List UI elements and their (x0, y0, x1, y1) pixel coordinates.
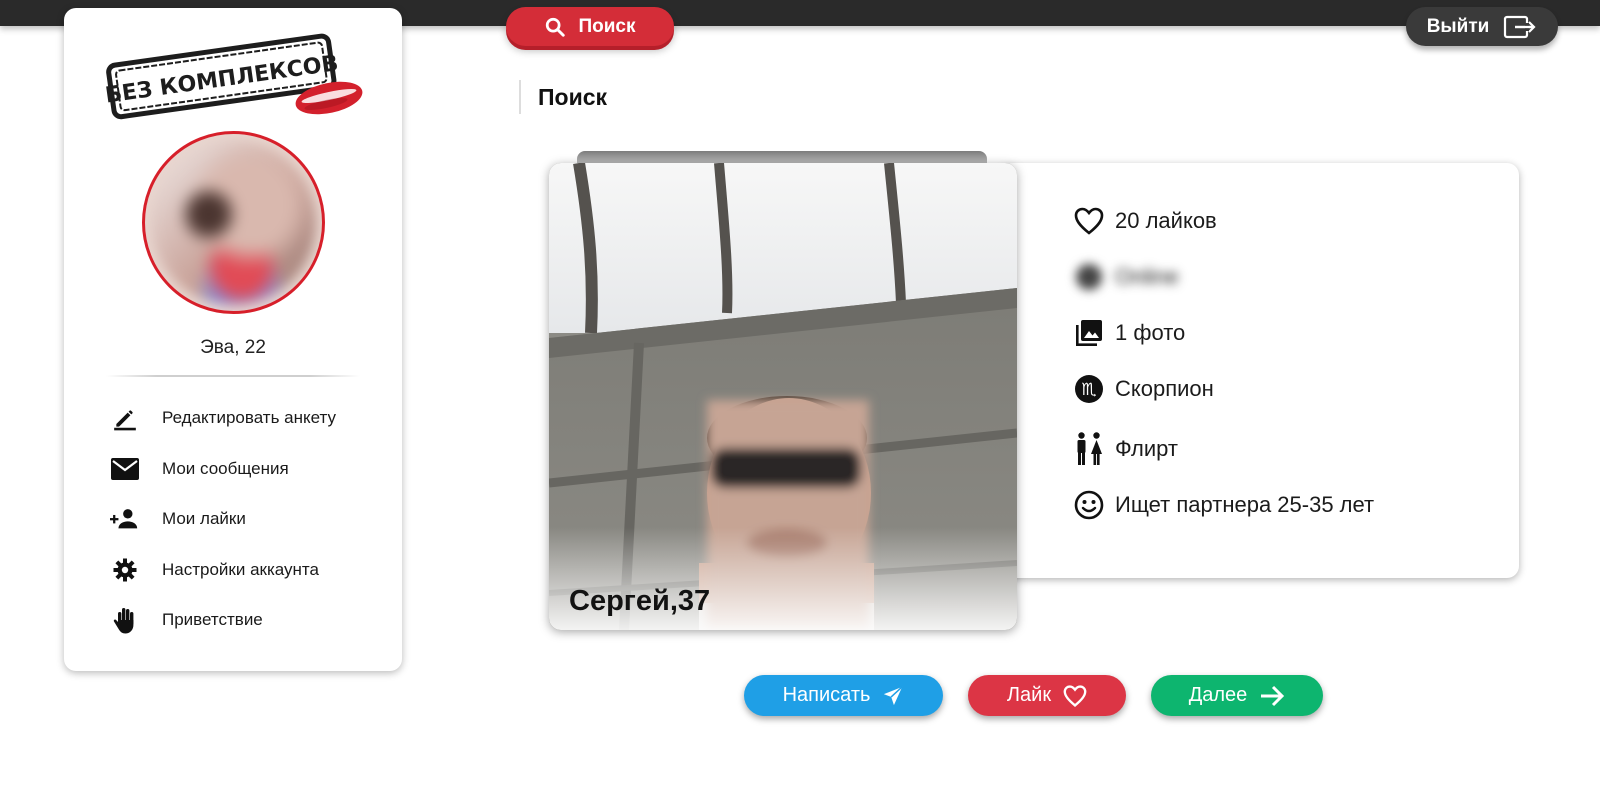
couple-icon (1073, 432, 1105, 465)
send-icon (884, 685, 904, 705)
svg-text:♏: ♏ (1081, 380, 1096, 400)
next-button-label: Далее (1188, 684, 1248, 706)
next-profile-button[interactable]: Далее (1151, 675, 1323, 716)
photos-count: 1 фото (1115, 320, 1186, 345)
like-button-label: Лайк (1006, 684, 1052, 706)
sidebar-item-label: Мои лайки (162, 509, 246, 529)
info-row-goal: Флирт (1073, 432, 1178, 465)
site-logo[interactable]: БЕЗ КОМПЛЕКСОВ (104, 18, 366, 130)
gear-icon (110, 555, 140, 585)
divider (106, 375, 360, 377)
like-button[interactable]: Лайк (968, 675, 1126, 716)
avatar[interactable] (142, 131, 325, 314)
write-button-label: Написать (782, 684, 871, 706)
profile-name: Сергей,37 (569, 585, 711, 617)
mail-icon (110, 454, 140, 484)
sidebar-item-messages[interactable]: Мои сообщения (110, 444, 380, 495)
sidebar: БЕЗ КОМПЛЕКСОВ Эва, 22 Редактировать анк… (64, 8, 402, 671)
scorpio-icon: ♏ (1073, 373, 1105, 405)
sidebar-item-label: Настройки аккаунта (162, 559, 319, 579)
arrow-right-icon (1261, 685, 1285, 706)
status-icon (1073, 261, 1105, 293)
hand-icon (110, 605, 140, 635)
info-row-photos: 1 фото (1073, 317, 1185, 349)
logout-button-label: Выйти (1426, 15, 1490, 37)
sidebar-item-likes[interactable]: Мои лайки (110, 494, 380, 545)
avatar-photo (151, 140, 316, 305)
info-row-likes: 20 лайков (1073, 205, 1217, 237)
profile-photo (549, 163, 1017, 630)
heart-icon (1073, 205, 1105, 237)
search-button[interactable]: Поиск (506, 7, 674, 46)
photo-library-icon (1073, 317, 1105, 349)
seeking-partner: Ищет партнера 25-35 лет (1115, 492, 1375, 517)
likes-count: 20 лайков (1115, 208, 1217, 233)
sidebar-item-label: Мои сообщения (162, 458, 289, 478)
sidebar-item-greeting[interactable]: Приветствие (110, 595, 380, 646)
logout-icon (1504, 15, 1536, 38)
info-row-seeking: Ищет партнера 25-35 лет (1073, 489, 1374, 521)
sidebar-item-label: Редактировать анкету (162, 408, 336, 428)
sidebar-item-settings[interactable]: Настройки аккаунта (110, 545, 380, 596)
dating-goal: Флирт (1115, 436, 1178, 461)
zodiac-sign: Скорпион (1115, 376, 1214, 401)
card-stack-edge (577, 151, 987, 163)
user-name: Эва, 22 (200, 337, 266, 358)
sidebar-item-label: Приветствие (162, 610, 263, 630)
logout-button[interactable]: Выйти (1406, 7, 1558, 46)
online-status: Online (1115, 264, 1179, 289)
edit-icon (110, 403, 140, 433)
sidebar-item-edit-profile[interactable]: Редактировать анкету (110, 393, 380, 444)
sidebar-menu: Редактировать анкету Мои сообщения Мои л… (110, 393, 380, 646)
smiley-icon (1073, 489, 1105, 521)
write-message-button[interactable]: Написать (744, 675, 943, 716)
profile-photo-card[interactable]: Сергей,37 (549, 163, 1017, 630)
search-button-label: Поиск (578, 15, 636, 37)
page-title: Поиск (519, 80, 607, 114)
info-row-zodiac: ♏ Скорпион (1073, 373, 1214, 405)
add-person-icon (110, 504, 140, 534)
info-row-status: Online (1073, 261, 1179, 293)
search-icon (546, 17, 566, 37)
heart-icon (1063, 684, 1087, 707)
